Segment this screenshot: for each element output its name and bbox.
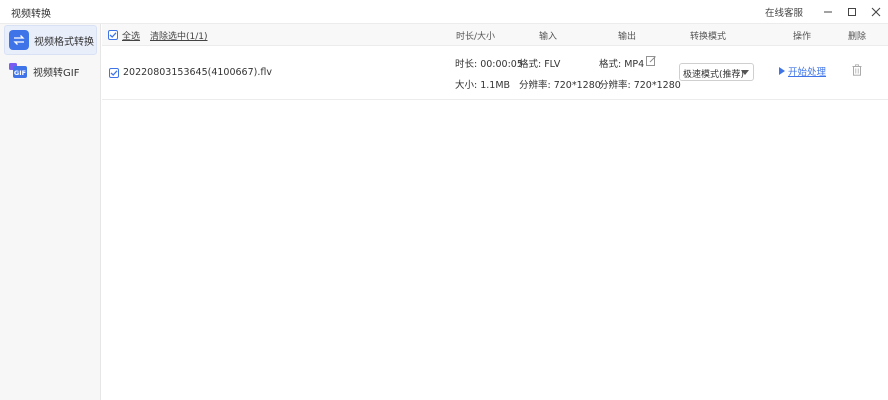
column-header-action: 操作 <box>793 32 812 42</box>
title-bar: 视频转换 在线客服 <box>0 0 888 24</box>
svg-text:GIF: GIF <box>14 69 26 77</box>
maximize-icon <box>848 8 856 16</box>
minimize-button[interactable] <box>816 0 840 24</box>
app-title: 视频转换 <box>11 9 51 20</box>
file-size: 大小: 1.1MB <box>455 80 511 91</box>
start-processing-button[interactable]: 开始处理 <box>779 64 826 78</box>
table-header: 全选 清除选中(1/1) 时长/大小 输入 输出 转换模式 操作 删除 <box>102 24 888 46</box>
row-checkbox[interactable] <box>109 68 119 78</box>
sidebar-item-video-to-gif[interactable]: GIF 视频转GIF <box>4 56 97 86</box>
column-header-input: 输入 <box>539 32 558 42</box>
chevron-down-icon <box>741 70 749 75</box>
select-all-link[interactable]: 全选 <box>122 29 140 42</box>
select-all-checkbox[interactable] <box>108 30 118 40</box>
minimize-icon <box>824 11 832 13</box>
main-panel: 全选 清除选中(1/1) 时长/大小 输入 输出 转换模式 操作 删除 2022… <box>102 24 888 400</box>
sidebar: 视频格式转换 GIF 视频转GIF <box>0 24 101 400</box>
file-name: 20220803153645(4100667).flv <box>123 67 272 78</box>
checkmark-icon <box>109 32 117 38</box>
input-resolution: 分辨率: 720*1280 <box>519 80 601 91</box>
trash-icon[interactable] <box>851 64 863 76</box>
close-button[interactable] <box>864 0 888 24</box>
file-duration: 时长: 00:00:05 <box>455 59 523 70</box>
play-icon <box>779 67 785 75</box>
column-header-duration-size: 时长/大小 <box>456 32 496 42</box>
start-processing-label: 开始处理 <box>788 67 827 78</box>
online-support-link[interactable]: 在线客服 <box>765 5 803 19</box>
window-controls: 在线客服 <box>765 0 888 24</box>
column-header-delete: 删除 <box>848 32 867 42</box>
checkmark-icon <box>110 70 118 76</box>
column-header-mode: 转换模式 <box>690 32 727 42</box>
conversion-mode-select[interactable]: 极速模式(推荐) <box>679 63 754 81</box>
convert-arrows-icon <box>9 30 29 50</box>
column-header-output: 输出 <box>618 32 637 42</box>
clear-selection-link[interactable]: 清除选中(1/1) <box>150 29 208 42</box>
sidebar-item-label: 视频格式转换 <box>34 36 94 48</box>
gif-icon: GIF <box>8 61 28 81</box>
conversion-mode-value: 极速模式(推荐) <box>683 70 745 80</box>
edit-icon[interactable] <box>646 55 657 66</box>
input-format: 格式: FLV <box>519 59 561 70</box>
maximize-button[interactable] <box>840 0 864 24</box>
sidebar-item-video-format-convert[interactable]: 视频格式转换 <box>4 25 97 55</box>
close-icon <box>871 7 881 17</box>
output-resolution: 分辨率: 720*1280 <box>599 80 681 91</box>
output-format: 格式: MP4 <box>599 59 645 70</box>
table-row: 20220803153645(4100667).flv 时长: 00:00:05… <box>102 46 888 100</box>
sidebar-item-label: 视频转GIF <box>33 67 80 79</box>
